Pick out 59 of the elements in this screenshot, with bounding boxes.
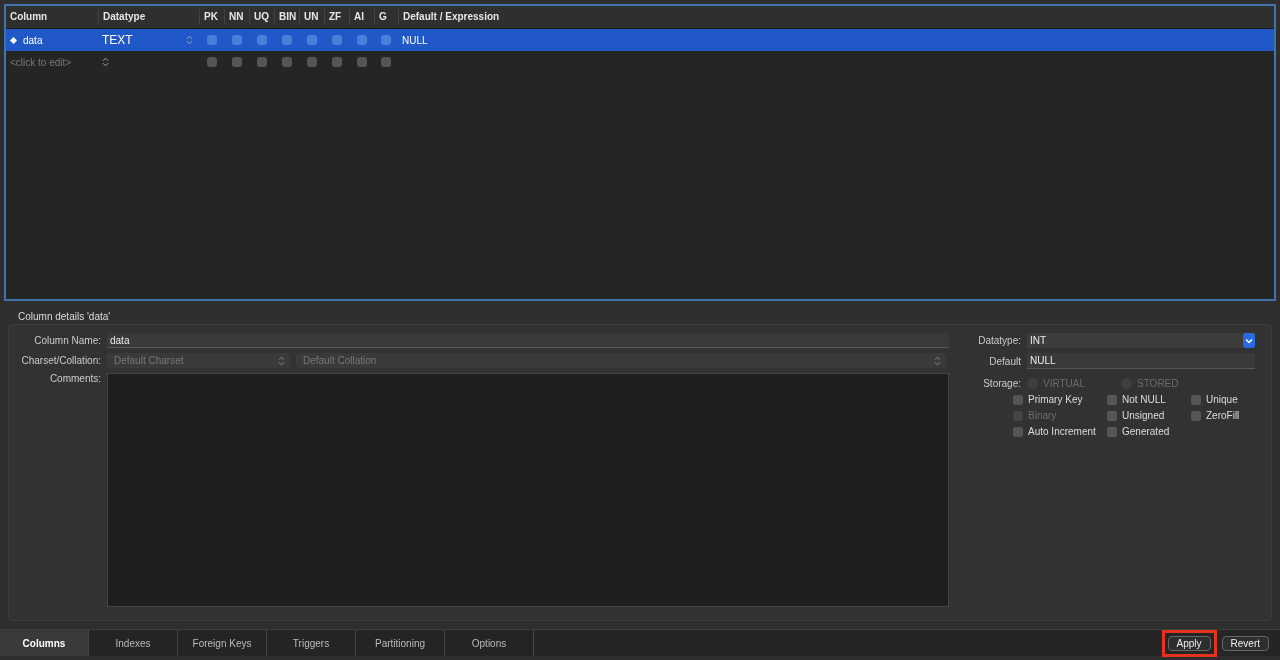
field-label: Storage: xyxy=(982,378,1021,389)
column-header[interactable]: UN xyxy=(299,9,324,25)
checkbox[interactable] xyxy=(231,35,242,45)
default-field[interactable]: NULL xyxy=(1027,353,1255,369)
column-header[interactable]: BIN xyxy=(274,9,299,25)
checkbox[interactable] xyxy=(331,57,342,67)
checkbox-option[interactable]: Not NULL xyxy=(1107,394,1191,405)
details-title: Column details 'data' xyxy=(17,310,112,324)
field-label: Default xyxy=(988,355,1021,367)
datatype-value[interactable]: TEXT xyxy=(102,33,133,47)
checkbox[interactable] xyxy=(206,57,217,67)
checkbox-option[interactable]: ZeroFill xyxy=(1191,410,1251,421)
checkbox-option[interactable]: Auto Increment xyxy=(1013,426,1107,437)
checkbox[interactable] xyxy=(206,35,217,45)
checkbox-option[interactable]: Primary Key xyxy=(1013,394,1107,405)
checkbox[interactable] xyxy=(356,35,367,45)
grid-row[interactable]: data TEXT NULL xyxy=(6,29,1274,51)
column-header[interactable]: Default / Expression xyxy=(398,9,1274,25)
column-header[interactable]: Datatype xyxy=(98,9,199,25)
checkbox[interactable] xyxy=(281,57,292,67)
column-header[interactable]: UQ xyxy=(249,9,274,25)
datatype-select[interactable]: INT xyxy=(1027,333,1255,348)
stepper-icon[interactable] xyxy=(102,57,109,67)
column-header[interactable]: NN xyxy=(224,9,249,25)
checkbox[interactable] xyxy=(331,35,342,45)
column-header[interactable]: ZF xyxy=(324,9,349,25)
checkbox[interactable] xyxy=(356,57,367,67)
field-label: Charset/Collation: xyxy=(20,355,101,366)
action-button[interactable]: Revert xyxy=(1221,635,1269,651)
stepper-icon[interactable] xyxy=(186,35,193,45)
checkbox[interactable] xyxy=(231,57,242,67)
tab[interactable]: Columns xyxy=(0,630,89,656)
column-header[interactable]: AI xyxy=(349,9,374,25)
field-label: Column Name: xyxy=(33,335,101,346)
checkbox[interactable] xyxy=(306,57,317,67)
placeholder-text[interactable]: <click to edit> xyxy=(10,56,72,68)
column-name: data xyxy=(23,34,43,46)
column-name-field[interactable]: data xyxy=(107,333,949,348)
field-label: Datatype: xyxy=(977,335,1021,346)
default-value[interactable]: NULL xyxy=(402,34,428,46)
column-header[interactable]: G xyxy=(374,9,398,25)
checkbox-option[interactable]: Unique xyxy=(1191,394,1251,405)
stepper-icon xyxy=(278,355,285,366)
grid-row[interactable]: <click to edit> xyxy=(6,51,1274,73)
checkbox[interactable] xyxy=(381,57,391,67)
stepper-icon xyxy=(934,355,941,366)
field-label: Comments: xyxy=(48,373,101,384)
checkbox-option[interactable]: Unsigned xyxy=(1107,410,1191,421)
checkbox[interactable] xyxy=(256,35,267,45)
comments-field[interactable] xyxy=(107,373,949,607)
column-header[interactable]: PK xyxy=(199,9,224,25)
checkbox[interactable] xyxy=(381,35,391,45)
diamond-icon xyxy=(10,36,17,44)
action-button[interactable]: Apply xyxy=(1167,635,1211,651)
checkbox[interactable] xyxy=(281,35,292,45)
checkbox[interactable] xyxy=(306,35,317,45)
checkbox-option[interactable]: Generated xyxy=(1107,426,1191,437)
checkbox[interactable] xyxy=(256,57,267,67)
column-header[interactable]: Column xyxy=(6,9,98,25)
